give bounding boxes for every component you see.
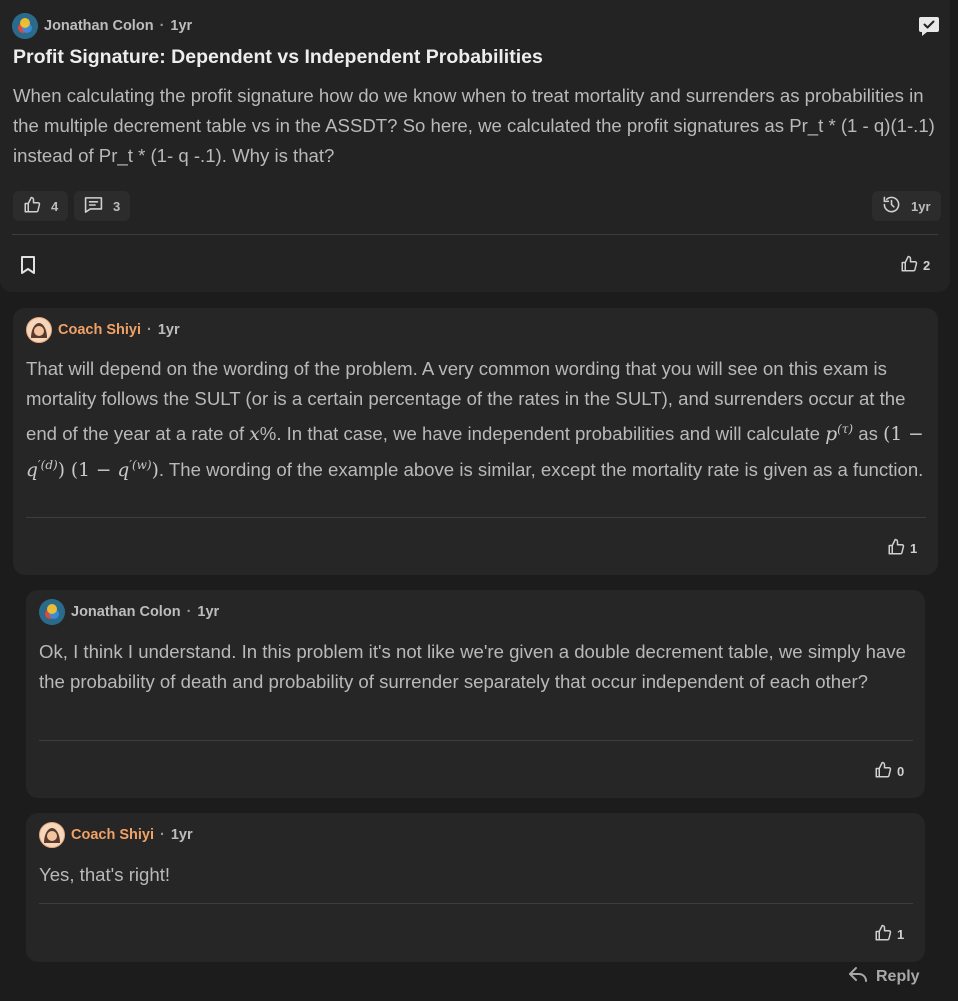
- math-p-tau: p(τ): [825, 422, 854, 446]
- author-name[interactable]: Jonathan Colon: [71, 604, 181, 620]
- reply-label: Reply: [876, 967, 920, 985]
- comment-time: 1yr: [197, 604, 220, 620]
- separator-dot: ·: [147, 322, 152, 338]
- divider: [39, 740, 913, 741]
- math-x: x: [249, 424, 260, 446]
- like-button[interactable]: 4: [13, 191, 69, 221]
- divider: [26, 517, 926, 518]
- comment-text-part: as: [858, 423, 878, 445]
- separator-dot: ·: [186, 604, 192, 620]
- avatar[interactable]: [26, 317, 52, 343]
- reply-button[interactable]: Reply: [848, 966, 920, 987]
- comment-count: 3: [113, 198, 121, 214]
- thumbs-up-icon: [874, 761, 892, 782]
- comment-text-part: . The wording of the example above is si…: [158, 459, 924, 481]
- post-card: Jonathan Colon · 1yr Profit Signature: D…: [0, 0, 950, 292]
- comment-card: Jonathan Colon · 1yr Ok, I think I under…: [26, 590, 925, 798]
- author-name[interactable]: Coach Shiyi: [58, 322, 141, 338]
- like-count: 1: [897, 927, 905, 942]
- comment-text-part: %. In that case, we have independent pro…: [259, 423, 821, 445]
- comment-like-button[interactable]: 0: [874, 761, 904, 782]
- comment-time: 1yr: [157, 322, 180, 338]
- comment-like-button[interactable]: 1: [887, 538, 917, 559]
- like-count: 0: [897, 764, 905, 779]
- thumbs-up-icon: [23, 196, 41, 217]
- divider: [12, 234, 938, 235]
- comment-author-row: Coach Shiyi · 1yr: [26, 317, 180, 343]
- history-time: 1yr: [911, 198, 931, 214]
- chat-check-icon[interactable]: [918, 15, 940, 42]
- author-name[interactable]: Coach Shiyi: [71, 827, 154, 843]
- post-time: 1yr: [170, 18, 193, 34]
- comment-text: That will depend on the wording of the p…: [26, 354, 926, 486]
- comment-card: Coach Shiyi · 1yr Yes, that's right! 1: [26, 813, 925, 962]
- comment-card: Coach Shiyi · 1yr That will depend on th…: [13, 308, 938, 575]
- separator-dot: ·: [160, 827, 165, 843]
- post-author-row: Jonathan Colon · 1yr: [12, 13, 192, 39]
- post-body: When calculating the profit signature ho…: [13, 85, 935, 166]
- author-name[interactable]: Jonathan Colon: [44, 18, 154, 34]
- comment-time: 1yr: [170, 827, 193, 843]
- comment-author-row: Coach Shiyi · 1yr: [39, 822, 193, 848]
- comment-icon: [84, 196, 103, 217]
- avatar[interactable]: [39, 822, 65, 848]
- history-icon: [882, 195, 901, 217]
- thumbs-up-icon: [874, 924, 892, 945]
- separator-dot: ·: [159, 18, 165, 34]
- answer-like-button[interactable]: 2: [900, 255, 930, 276]
- like-count: 4: [51, 198, 59, 214]
- history-button[interactable]: 1yr: [872, 191, 941, 221]
- comment-text: Yes, that's right!: [39, 864, 171, 885]
- divider: [39, 903, 913, 904]
- like-count: 2: [923, 258, 931, 273]
- comments-button[interactable]: 3: [74, 191, 131, 221]
- thumbs-up-icon: [887, 538, 905, 559]
- avatar[interactable]: [39, 599, 65, 625]
- like-count: 1: [910, 541, 918, 556]
- reply-icon: [848, 966, 868, 987]
- bookmark-icon[interactable]: [19, 255, 37, 280]
- comment-author-row: Jonathan Colon · 1yr: [39, 599, 219, 625]
- post-title: Profit Signature: Dependent vs Independe…: [13, 46, 543, 68]
- thumbs-up-icon: [900, 255, 918, 276]
- comment-text: Ok, I think I understand. In this proble…: [39, 641, 906, 692]
- avatar[interactable]: [12, 13, 38, 39]
- comment-like-button[interactable]: 1: [874, 924, 904, 945]
